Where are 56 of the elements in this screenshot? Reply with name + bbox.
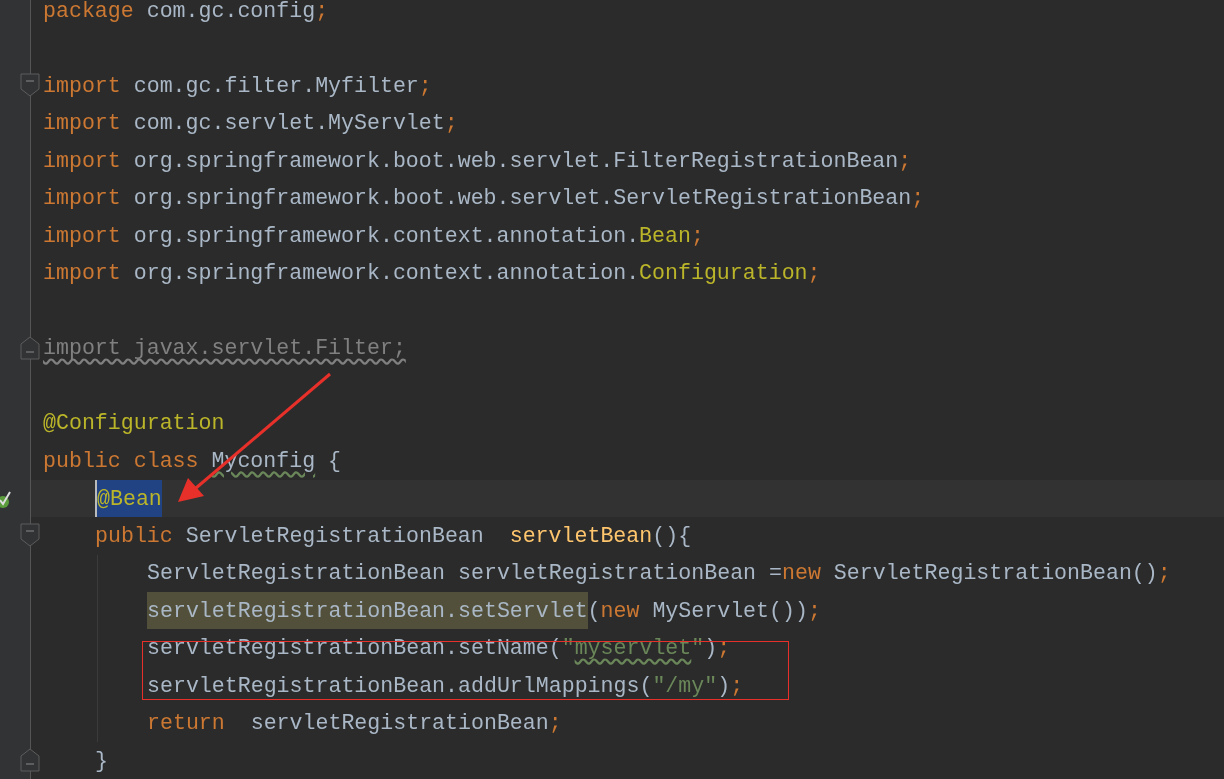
semicolon: ; [717,636,731,661]
semicolon: ; [315,0,329,23]
keyword: package [43,0,134,23]
semicolon: ; [1157,561,1171,586]
code-text: com.gc.config [145,0,316,23]
unused-import: import javax.servlet.Filter; [43,336,406,361]
code-text: } [95,748,108,773]
semicolon: ; [690,223,704,248]
keyword: import [43,223,121,248]
semicolon: ; [730,673,744,698]
fold-icon[interactable] [20,523,40,547]
keyword: public class [43,448,200,473]
semicolon: ; [444,111,458,136]
keyword: new [781,561,821,586]
semicolon: ; [898,148,912,173]
keyword: import [43,148,121,173]
code-text: ServletRegistrationBean [184,523,485,548]
keyword: new [600,598,640,623]
semicolon: ; [911,186,925,211]
code-text: { [327,448,342,473]
keyword: import [43,261,121,286]
code-text: MyServlet()) [651,598,808,623]
code-text: com.gc.filter.Myfilter [132,73,419,98]
annotation: @Configuration [43,411,225,436]
code-text: (){ [652,523,692,548]
semicolon: ; [548,711,562,736]
code-text: servletRegistrationBean.setServlet [147,592,588,630]
method-name: servletBean [509,523,653,548]
code-text: org.springframework.boot.web.servlet.FilterRegistrationBean [132,148,899,173]
code-text: ) [717,673,731,698]
keyword: import [43,111,121,136]
annotation: Configuration [639,261,808,286]
code-text: servletRegistrationBean [249,711,549,736]
code-text: ServletRegistrationBean() [832,561,1158,586]
string-literal: "/my" [652,673,718,698]
keyword: import [43,186,121,211]
keyword: return [147,711,225,736]
fold-icon[interactable] [20,73,40,97]
code-text: servletRegistrationBean.setName( [147,636,562,661]
code-text: com.gc.servlet.MyServlet [132,111,445,136]
keyword: import [43,73,121,98]
keyword: public [95,523,173,548]
code-text: servletRegistrationBean.addUrlMappings( [147,673,653,698]
fold-icon[interactable] [20,335,40,360]
string-literal: myservlet [574,636,692,661]
code-text: org.springframework.boot.web.servlet.ServletRegistrationBean [132,186,912,211]
semicolon: ; [418,73,432,98]
code-text: ( [587,598,601,623]
code-text: org.springframework.context.annotation. [132,223,640,248]
annotation: Bean [639,223,691,248]
code-text: ServletRegistrationBean servletRegistrationBean = [147,561,782,586]
code-text: org.springframework.context.annotation. [132,261,640,286]
semicolon: ; [807,261,821,286]
annotation: @Bean [95,479,162,517]
fold-icon[interactable] [20,748,40,772]
semicolon: ; [807,598,821,623]
